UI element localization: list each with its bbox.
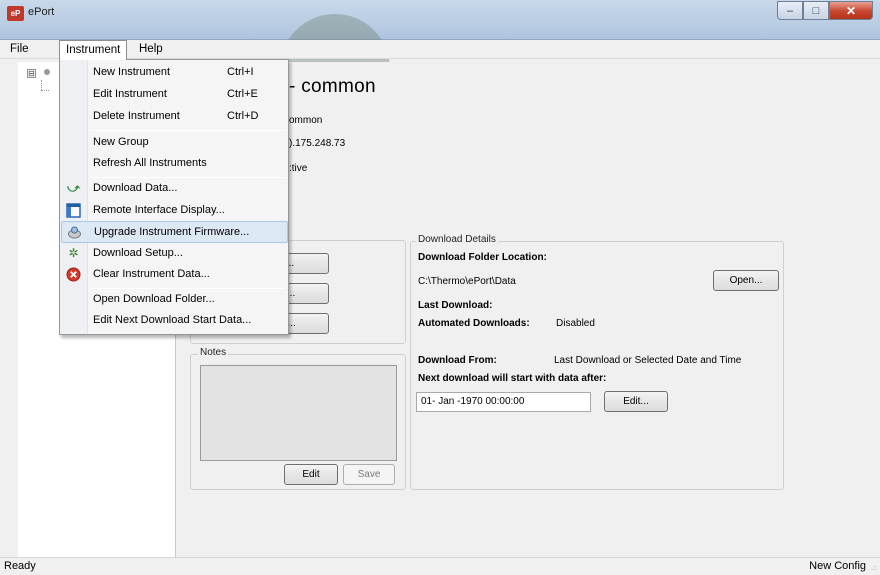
menu-item-refresh-all[interactable]: Refresh All Instruments: [61, 153, 288, 175]
menu-item-shortcut: Ctrl+E: [227, 88, 258, 100]
last-download-label: Last Download:: [418, 300, 493, 311]
menu-item-label: Edit Instrument: [93, 88, 167, 100]
menu-item-edit-instrument[interactable]: Edit Instrument Ctrl+E: [61, 84, 288, 106]
tree-connector: [41, 90, 49, 91]
menu-item-label: New Group: [93, 136, 149, 148]
tree-connector: [41, 80, 42, 90]
window-controls: – □ ✕: [777, 1, 873, 20]
tree-node-icon: [44, 69, 50, 75]
menu-item-download-data[interactable]: ⤻ Download Data...: [61, 178, 288, 200]
next-download-date-field[interactable]: 01- Jan -1970 00:00:00: [416, 392, 591, 412]
display-icon: [66, 203, 81, 218]
instrument-name-value: ommon: [289, 115, 323, 126]
maximize-button[interactable]: □: [803, 1, 829, 20]
menu-item-label: New Instrument: [93, 66, 171, 78]
menu-item-label: Upgrade Instrument Firmware...: [94, 226, 250, 238]
notes-save-button[interactable]: Save: [343, 464, 395, 485]
download-from-value: Last Download or Selected Date and Time: [554, 355, 742, 366]
download-folder-path: C:\Thermo\ePort\Data: [418, 276, 516, 287]
menu-item-remote-interface[interactable]: Remote Interface Display...: [61, 200, 288, 222]
menu-item-label: Remote Interface Display...: [93, 204, 225, 216]
status-text: Ready: [4, 560, 36, 572]
menu-item-label: Download Setup...: [93, 247, 183, 259]
menu-item-new-instrument[interactable]: New Instrument Ctrl+I: [61, 62, 288, 84]
status-config: New Config: [809, 560, 866, 572]
menu-separator: [90, 130, 286, 131]
menu-item-clear-data[interactable]: Clear Instrument Data...: [61, 264, 288, 286]
menu-item-new-group[interactable]: New Group: [61, 132, 288, 154]
menu-item-label: Download Data...: [93, 182, 178, 194]
download-details-legend: Download Details: [416, 234, 498, 245]
tree-collapse-icon[interactable]: ⊟: [27, 69, 36, 78]
menu-item-label: Delete Instrument: [93, 110, 180, 122]
menu-item-delete-instrument[interactable]: Delete Instrument Ctrl+D: [61, 106, 288, 128]
minimize-button[interactable]: –: [777, 1, 803, 20]
menu-item-label: Clear Instrument Data...: [93, 268, 210, 280]
menu-item-upgrade-firmware[interactable]: Upgrade Instrument Firmware...: [61, 221, 288, 243]
menu-help[interactable]: Help: [133, 40, 169, 59]
window-title: ePort: [28, 6, 55, 18]
status-bar: Ready New Config .::: [0, 557, 880, 575]
next-download-label: Next download will start with data after…: [418, 373, 607, 384]
open-folder-button[interactable]: Open...: [713, 270, 779, 291]
notes-text-area[interactable]: [200, 365, 397, 461]
notes-legend: Notes: [198, 347, 229, 358]
menu-item-label: Open Download Folder...: [93, 293, 215, 305]
notes-edit-button[interactable]: Edit: [284, 464, 338, 485]
instrument-heading: - common: [289, 76, 376, 97]
menu-item-label: Edit Next Download Start Data...: [93, 314, 252, 326]
close-button[interactable]: ✕: [829, 1, 873, 20]
menu-item-shortcut: Ctrl+I: [227, 66, 254, 78]
download-from-label: Download From:: [418, 355, 497, 366]
instrument-menu-dropdown: New Instrument Ctrl+I Edit Instrument Ct…: [59, 59, 289, 335]
download-arrow-icon: ⤻: [67, 181, 80, 195]
setup-tool-icon: ✲: [68, 246, 79, 260]
menu-bar: File Instrument Help: [0, 40, 880, 60]
menu-item-label: Refresh All Instruments: [93, 157, 207, 169]
clear-x-icon: [66, 267, 81, 282]
app-icon: eP: [7, 6, 24, 21]
menu-item-shortcut: Ctrl+D: [227, 110, 259, 122]
firmware-disc-icon: [67, 225, 82, 240]
automated-downloads-label: Automated Downloads:: [418, 318, 530, 329]
menu-item-open-download-folder[interactable]: Open Download Folder...: [61, 289, 288, 311]
title-bar: eP ePort – □ ✕: [0, 0, 880, 74]
menu-item-edit-next-download-start[interactable]: Edit Next Download Start Data...: [61, 310, 288, 332]
edit-next-download-button[interactable]: Edit...: [604, 391, 668, 412]
menu-item-download-setup[interactable]: ✲ Download Setup...: [61, 243, 288, 265]
instrument-status-value: :tive: [289, 163, 308, 174]
menu-instrument[interactable]: Instrument: [59, 40, 128, 60]
instrument-ip-value: ).175.248.73: [289, 138, 346, 149]
automated-downloads-value: Disabled: [556, 318, 595, 329]
download-folder-label: Download Folder Location:: [418, 252, 547, 263]
menu-file[interactable]: File: [4, 40, 35, 59]
resize-grip-icon[interactable]: .::: [871, 565, 877, 572]
